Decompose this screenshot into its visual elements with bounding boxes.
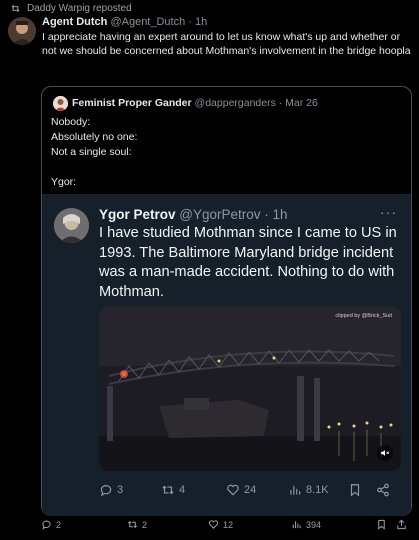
inner-like-count: 24 — [244, 484, 257, 496]
views-icon — [292, 521, 301, 529]
embedded-screenshot: Ygor Petrov @YgorPetrov · 1h ··· I have … — [42, 194, 411, 516]
inner-views: 8.1K — [288, 483, 329, 497]
repost-count: 2 — [142, 519, 148, 530]
reply-count: 2 — [56, 519, 62, 530]
volume-icon — [377, 445, 393, 461]
inner-reply: 3 — [99, 483, 123, 497]
inner-avatar — [54, 208, 89, 243]
author-handle[interactable]: @Agent_Dutch — [110, 16, 185, 28]
bookmark-icon — [350, 484, 360, 497]
quote-line: Absolutely no one: — [51, 131, 138, 143]
inner-action-bar: 3 4 24 8.1K — [99, 483, 401, 499]
inner-author-name: Ygor Petrov — [99, 207, 176, 222]
post-text: I appreciate having an expert around to … — [42, 31, 411, 57]
views-icon — [290, 485, 301, 495]
inner-repost: 4 — [161, 483, 185, 497]
video-thumbnail: clipped by @Brick_Suit — [99, 306, 401, 471]
bookmark-icon — [378, 519, 385, 530]
heart-icon — [227, 484, 239, 496]
inner-bookmark — [348, 483, 362, 497]
quote-line: Nobody: — [51, 116, 91, 128]
repost-indicator[interactable]: Daddy Warpig reposted — [10, 3, 132, 14]
inner-author-meta: @YgorPetrov · 1h — [179, 207, 288, 222]
reply-icon — [100, 485, 112, 497]
like-button[interactable]: 12 — [208, 519, 233, 530]
post-header: Agent Dutch @Agent_Dutch · 1h — [42, 16, 207, 28]
repost-label: Daddy Warpig reposted — [27, 3, 132, 14]
share-button[interactable] — [396, 519, 407, 530]
inner-header: Ygor Petrov @YgorPetrov · 1h — [99, 207, 288, 222]
share-icon — [397, 519, 406, 530]
quote-line: Ygor: — [51, 176, 77, 188]
repost-icon — [162, 485, 174, 495]
inner-share — [376, 483, 390, 497]
reply-icon — [42, 520, 51, 530]
heart-icon — [208, 520, 219, 529]
video-credit: clipped by @Brick_Suit — [335, 313, 392, 319]
inner-like: 24 — [226, 483, 256, 497]
share-icon — [377, 483, 389, 497]
avatar[interactable] — [8, 17, 36, 45]
inner-views-count: 8.1K — [306, 484, 329, 496]
reply-button[interactable]: 2 — [41, 519, 61, 530]
post-action-bar: 2 2 12 394 — [41, 519, 413, 535]
quote-avatar — [53, 96, 68, 111]
quote-line — [51, 160, 137, 175]
inner-repost-count: 4 — [179, 484, 186, 496]
quote-author-name: Feminist Proper Gander — [72, 97, 192, 109]
quote-header: Feminist Proper Gander @dapperganders · … — [72, 97, 318, 109]
views-count: 394 — [306, 519, 322, 530]
repost-button[interactable]: 2 — [127, 519, 147, 530]
bookmark-button[interactable] — [376, 519, 387, 530]
repost-icon — [128, 521, 137, 528]
quote-line: Not a single soul: — [51, 146, 132, 158]
author-name[interactable]: Agent Dutch — [42, 16, 107, 28]
post-time[interactable]: · 1h — [188, 16, 207, 28]
views-button[interactable]: 394 — [291, 519, 321, 530]
quote-author-meta: @dapperganders · Mar 26 — [194, 97, 318, 109]
like-count: 12 — [223, 519, 234, 530]
quoted-tweet[interactable]: Feminist Proper Gander @dapperganders · … — [41, 86, 412, 516]
inner-reply-count: 3 — [117, 484, 124, 496]
repost-icon — [11, 5, 20, 12]
more-options-icon: ··· — [380, 204, 397, 220]
quote-text: Nobody: Absolutely no one: Not a single … — [51, 115, 137, 190]
inner-text: I have studied Mothman since I came to U… — [99, 225, 397, 300]
